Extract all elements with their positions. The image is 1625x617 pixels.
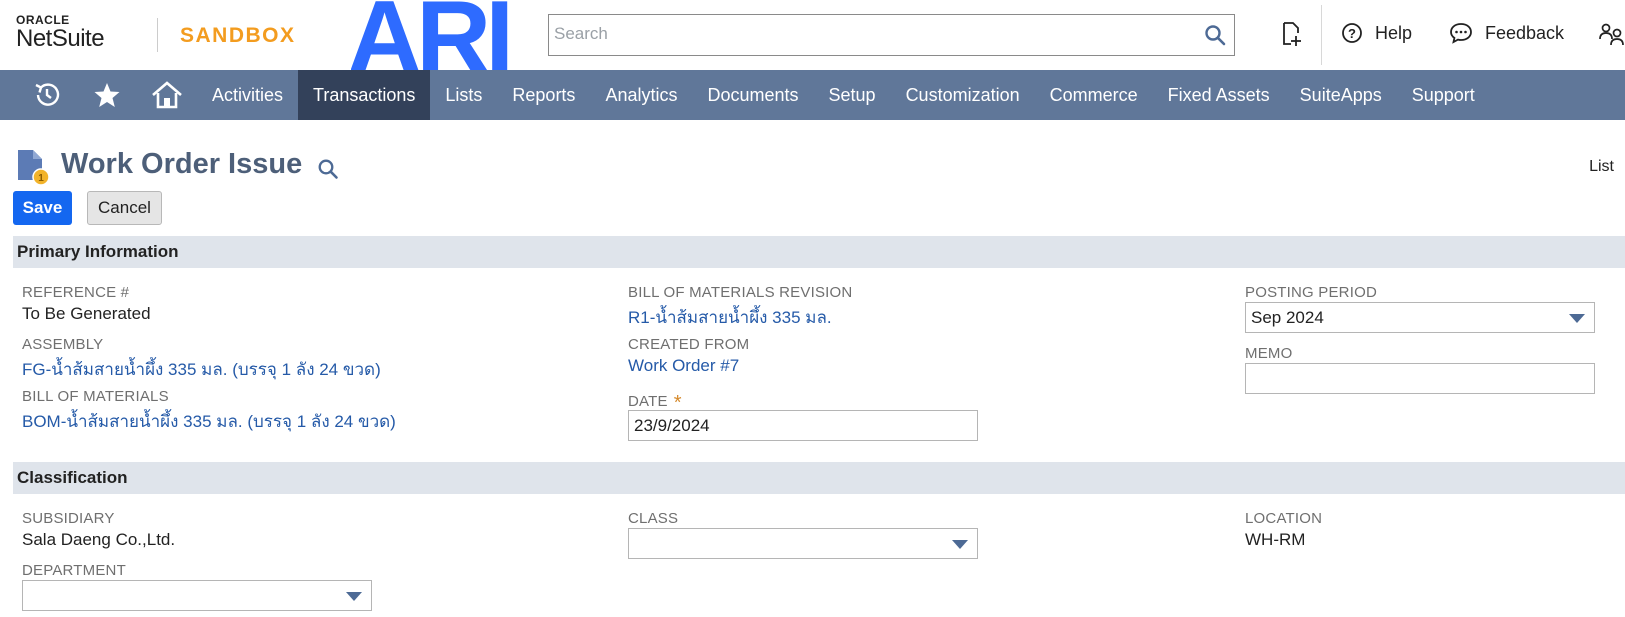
document-coin-icon: 1: [18, 150, 50, 186]
posting-period-select[interactable]: Sep 2024: [1245, 302, 1595, 333]
location-value: WH-RM: [1245, 530, 1306, 549]
header-separator: [1321, 5, 1322, 65]
create-new-icon[interactable]: [1279, 20, 1303, 48]
nav-favorites[interactable]: [77, 70, 137, 120]
created-from-link[interactable]: Work Order #7: [628, 356, 739, 376]
assembly-label: ASSEMBLY: [22, 336, 104, 353]
brand-logo-text: ARI: [351, 0, 508, 70]
subsidiary-value: Sala Daeng Co.,Ltd.: [22, 530, 176, 549]
nav-analytics[interactable]: Analytics: [590, 70, 692, 120]
nav-fixed-assets[interactable]: Fixed Assets: [1153, 70, 1285, 120]
global-search-box[interactable]: [548, 14, 1235, 56]
section-header-classification[interactable]: Classification: [13, 462, 1625, 494]
chevron-down-icon: [952, 540, 968, 549]
feedback-link[interactable]: Feedback: [1449, 22, 1564, 44]
department-label: DEPARTMENT: [22, 562, 126, 579]
assembly-link[interactable]: FG-น้ำส้มสายน้ำผึ้ง 335 มล. (บรรจุ 1 ลัง…: [22, 356, 381, 383]
list-link[interactable]: List: [1589, 158, 1614, 176]
top-header: ORACLE NetSuite SANDBOX ARI ? Help: [0, 0, 1625, 70]
class-select[interactable]: [628, 528, 978, 559]
chevron-down-icon: [346, 592, 362, 601]
reference-label: REFERENCE #: [22, 284, 130, 301]
svg-text:?: ?: [1348, 26, 1356, 41]
date-label: DATE *: [628, 389, 682, 414]
nav-commerce[interactable]: Commerce: [1035, 70, 1153, 120]
nav-lists[interactable]: Lists: [430, 70, 497, 120]
switch-role-icon[interactable]: [1598, 22, 1625, 48]
nav-customization[interactable]: Customization: [891, 70, 1035, 120]
feedback-bubble-icon: [1450, 23, 1472, 44]
cancel-button[interactable]: Cancel: [87, 191, 162, 225]
global-search-input[interactable]: [549, 15, 1189, 53]
nav-setup[interactable]: Setup: [814, 70, 891, 120]
recent-records-icon: [35, 83, 60, 106]
netsuite-logo[interactable]: ORACLE NetSuite: [16, 14, 105, 52]
bom-revision-label: BILL OF MATERIALS REVISION: [628, 284, 853, 301]
bom-link[interactable]: BOM-น้ำส้มสายน้ำผึ้ง 335 มล. (บรรจุ 1 ลั…: [22, 408, 396, 435]
help-circle-icon: ?: [1342, 23, 1362, 43]
nav-support[interactable]: Support: [1397, 70, 1490, 120]
posting-period-value: Sep 2024: [1251, 308, 1324, 327]
department-select[interactable]: [22, 580, 372, 611]
page-title: Work Order Issue: [61, 148, 303, 180]
reference-value: To Be Generated: [22, 304, 151, 323]
memo-input[interactable]: [1245, 363, 1595, 394]
main-navigation: Activities Transactions Lists Reports An…: [0, 70, 1625, 120]
date-label-text: DATE: [628, 393, 668, 410]
feedback-label: Feedback: [1485, 22, 1565, 43]
bom-label: BILL OF MATERIALS: [22, 388, 169, 405]
search-icon[interactable]: [1204, 24, 1226, 46]
nav-transactions[interactable]: Transactions: [298, 70, 431, 120]
logo-divider: [157, 18, 158, 52]
help-link[interactable]: ? Help: [1341, 22, 1412, 44]
star-icon: [94, 83, 120, 107]
section-header-primary[interactable]: Primary Information: [13, 236, 1625, 268]
home-icon: [152, 81, 182, 109]
class-label: CLASS: [628, 510, 679, 527]
nav-home[interactable]: [137, 70, 197, 120]
bom-revision-link[interactable]: R1-น้ำส้มสายน้ำผึ้ง 335 มล.: [628, 304, 832, 331]
sandbox-badge: SANDBOX: [180, 24, 296, 47]
location-label: LOCATION: [1245, 510, 1323, 527]
memo-label: MEMO: [1245, 345, 1293, 362]
chevron-down-icon: [1569, 314, 1585, 323]
help-label: Help: [1375, 22, 1413, 43]
nav-reports[interactable]: Reports: [497, 70, 590, 120]
posting-period-label: POSTING PERIOD: [1245, 284, 1377, 301]
company-brand-logo: ARI: [351, 0, 514, 70]
save-button[interactable]: Save: [13, 191, 72, 225]
created-from-label: CREATED FROM: [628, 336, 750, 353]
nav-documents[interactable]: Documents: [692, 70, 813, 120]
nav-activities[interactable]: Activities: [197, 70, 298, 120]
subsidiary-label: SUBSIDIARY: [22, 510, 115, 527]
netsuite-wordmark: NetSuite: [16, 25, 105, 52]
nav-recent-records[interactable]: [17, 70, 77, 120]
nav-suiteapps[interactable]: SuiteApps: [1285, 70, 1397, 120]
date-input[interactable]: [628, 410, 978, 441]
record-search-icon[interactable]: [317, 158, 339, 180]
svg-text:1: 1: [38, 173, 44, 184]
